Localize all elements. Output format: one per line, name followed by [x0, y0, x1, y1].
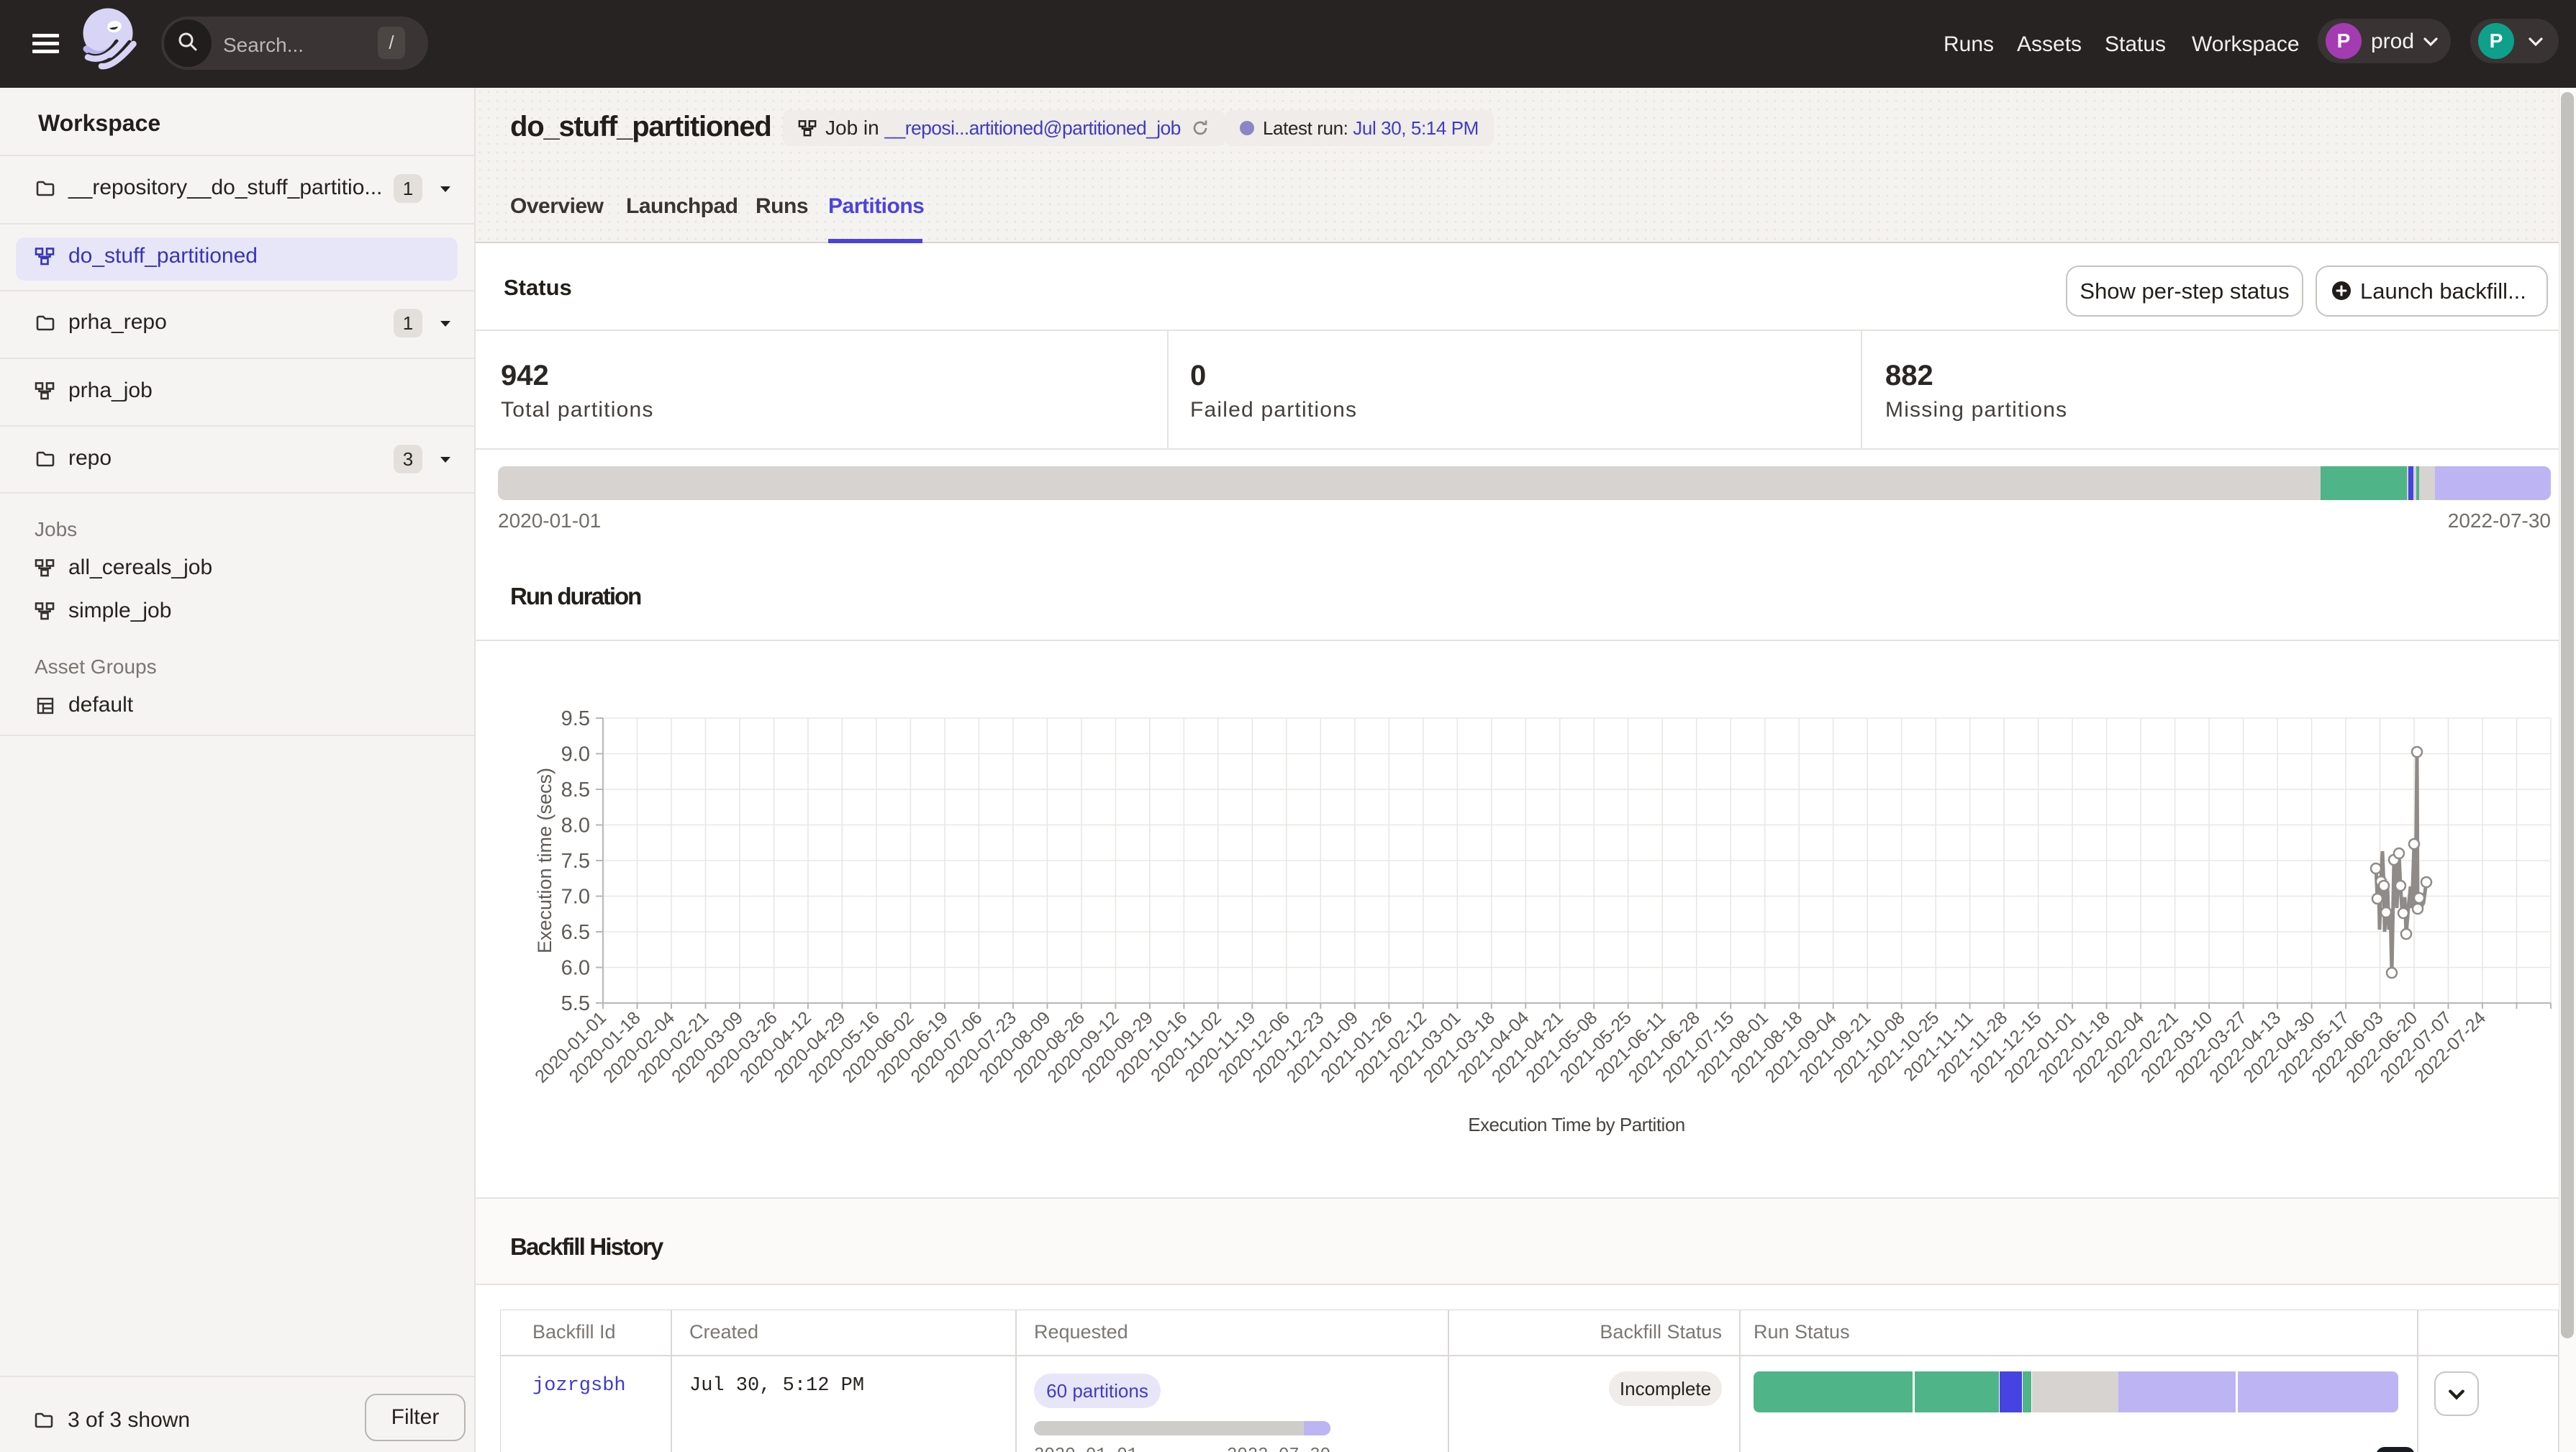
svg-text:9.0: 9.0 — [561, 743, 590, 766]
svg-text:8.0: 8.0 — [561, 815, 590, 838]
svg-text:8.5: 8.5 — [561, 779, 590, 802]
svg-text:9.5: 9.5 — [561, 707, 590, 730]
svg-text:6.5: 6.5 — [561, 921, 590, 944]
svg-text:7.5: 7.5 — [561, 850, 590, 873]
svg-text:5.5: 5.5 — [561, 992, 590, 1015]
svg-text:Execution Time by Partition: Execution Time by Partition — [1468, 1114, 1685, 1135]
svg-text:6.0: 6.0 — [561, 957, 590, 980]
svg-text:Execution time (secs): Execution time (secs) — [534, 768, 555, 953]
svg-text:7.0: 7.0 — [561, 886, 590, 909]
